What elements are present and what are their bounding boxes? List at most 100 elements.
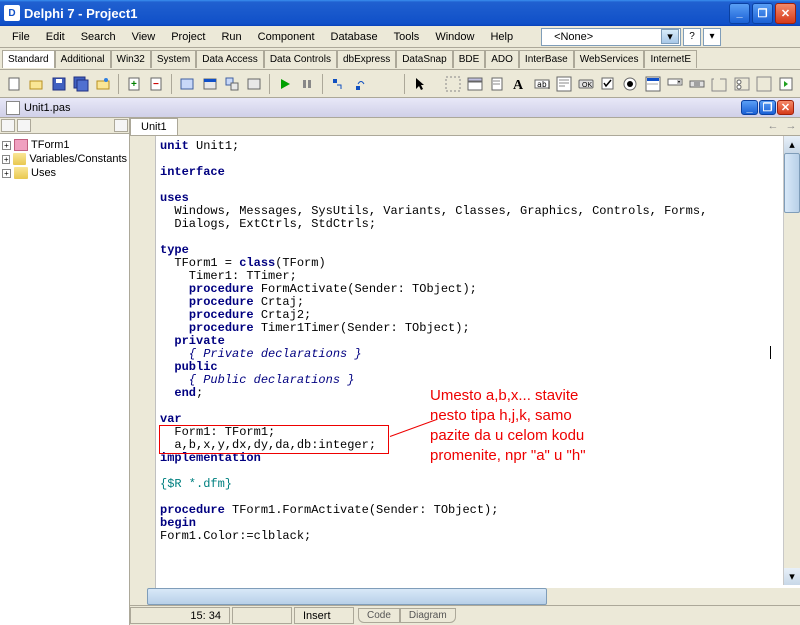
new-button[interactable] bbox=[4, 72, 24, 95]
doc-restore-button[interactable]: ❐ bbox=[759, 100, 776, 115]
view-form-button[interactable] bbox=[200, 72, 220, 95]
annotation-text: Umesto a,b,x... stavite nesto tipa h,j,k… bbox=[430, 386, 640, 466]
maximize-button[interactable]: ❐ bbox=[752, 3, 773, 24]
tree-item-variables[interactable]: +Variables/Constants bbox=[2, 152, 127, 166]
nav-fwd-button[interactable]: → bbox=[782, 118, 800, 134]
popupmenu-component-icon[interactable] bbox=[487, 72, 507, 95]
menu-tools[interactable]: Tools bbox=[386, 28, 428, 46]
nav-back-button[interactable]: ← bbox=[764, 118, 782, 134]
expand-icon[interactable]: + bbox=[2, 141, 11, 150]
code-editor: Unit1 ← → unit Unit1; interface uses Win… bbox=[130, 118, 800, 625]
palette-tab-internet[interactable]: InternetE bbox=[644, 50, 697, 68]
separator bbox=[118, 74, 119, 94]
palette-tab-interbase[interactable]: InterBase bbox=[519, 50, 574, 68]
expand-icon[interactable]: + bbox=[2, 155, 10, 164]
listbox-component-icon[interactable] bbox=[643, 72, 663, 95]
code-text: { Public declarations } bbox=[160, 373, 354, 387]
panel-component-icon[interactable] bbox=[754, 72, 774, 95]
new-form-button[interactable] bbox=[244, 72, 264, 95]
hscroll-thumb[interactable] bbox=[147, 588, 547, 605]
palette-tab-additional[interactable]: Additional bbox=[55, 50, 111, 68]
menu-project[interactable]: Project bbox=[163, 28, 213, 46]
radiogroup-component-icon[interactable] bbox=[731, 72, 751, 95]
menu-file[interactable]: File bbox=[4, 28, 38, 46]
cursor-icon[interactable] bbox=[410, 72, 430, 95]
code-text bbox=[160, 295, 189, 309]
menu-component[interactable]: Component bbox=[250, 28, 323, 46]
scroll-up-button[interactable]: ▴ bbox=[784, 136, 800, 153]
vertical-scrollbar[interactable]: ▴ ▾ bbox=[783, 136, 800, 585]
code-text: var bbox=[160, 412, 182, 426]
palette-tab-ado[interactable]: ADO bbox=[485, 50, 519, 68]
add-file-button[interactable]: + bbox=[124, 72, 144, 95]
palette-tab-system[interactable]: System bbox=[151, 50, 196, 68]
menu-help[interactable]: Help bbox=[482, 28, 521, 46]
explorer-btn-1[interactable] bbox=[1, 119, 15, 132]
radiobutton-component-icon[interactable] bbox=[620, 72, 640, 95]
app-icon: D bbox=[4, 5, 20, 21]
doc-close-button[interactable]: ✕ bbox=[777, 100, 794, 115]
palette-tab-dataaccess[interactable]: Data Access bbox=[196, 50, 264, 68]
label-component-icon[interactable]: A bbox=[509, 72, 529, 95]
palette-tab-datasnap[interactable]: DataSnap bbox=[396, 50, 452, 68]
menu-view[interactable]: View bbox=[124, 28, 164, 46]
code-area[interactable]: unit Unit1; interface uses Windows, Mess… bbox=[130, 136, 800, 588]
tab-diagram[interactable]: Diagram bbox=[400, 608, 456, 623]
saveall-button[interactable] bbox=[71, 72, 91, 95]
pause-button[interactable] bbox=[297, 72, 317, 95]
menu-edit[interactable]: Edit bbox=[38, 28, 73, 46]
memo-component-icon[interactable] bbox=[554, 72, 574, 95]
explorer-close[interactable] bbox=[114, 119, 128, 132]
remove-file-button[interactable]: − bbox=[146, 72, 166, 95]
code-text: TForm1.FormActivate(Sender: TObject); bbox=[225, 503, 499, 517]
palette-tab-webservices[interactable]: WebServices bbox=[574, 50, 645, 68]
class-icon bbox=[14, 139, 28, 151]
tree-item-tform1[interactable]: +TForm1 bbox=[2, 138, 127, 152]
scrollbar-component-icon[interactable] bbox=[687, 72, 707, 95]
config-combo[interactable]: <None> ▾ bbox=[541, 28, 681, 46]
mainmenu-component-icon[interactable] bbox=[465, 72, 485, 95]
checkbox-component-icon[interactable] bbox=[598, 72, 618, 95]
menu-run[interactable]: Run bbox=[213, 28, 249, 46]
help-dropdown[interactable]: ▾ bbox=[703, 28, 721, 46]
run-button[interactable] bbox=[275, 72, 295, 95]
editor-tab-unit1[interactable]: Unit1 bbox=[130, 118, 178, 135]
explorer-btn-2[interactable] bbox=[17, 119, 31, 132]
palette-tab-datacontrols[interactable]: Data Controls bbox=[264, 50, 337, 68]
minimize-button[interactable]: _ bbox=[729, 3, 750, 24]
doc-minimize-button[interactable]: _ bbox=[741, 100, 758, 115]
tree-item-uses[interactable]: +Uses bbox=[2, 166, 127, 180]
close-button[interactable]: ✕ bbox=[775, 3, 796, 24]
palette-tab-win32[interactable]: Win32 bbox=[111, 50, 151, 68]
horizontal-scrollbar[interactable] bbox=[130, 588, 800, 605]
step-over-button[interactable] bbox=[351, 72, 371, 95]
svg-text:A: A bbox=[513, 78, 524, 93]
edit-component-icon[interactable]: ab| bbox=[531, 72, 551, 95]
frame-component-icon[interactable] bbox=[443, 72, 463, 95]
scroll-thumb[interactable] bbox=[784, 153, 800, 213]
open-project-button[interactable] bbox=[93, 72, 113, 95]
combobox-component-icon[interactable] bbox=[665, 72, 685, 95]
save-button[interactable] bbox=[48, 72, 68, 95]
palette-tab-bde[interactable]: BDE bbox=[453, 50, 486, 68]
help-button[interactable]: ? bbox=[683, 28, 701, 46]
separator bbox=[171, 74, 172, 94]
view-unit-button[interactable] bbox=[177, 72, 197, 95]
palette-tab-dbexpress[interactable]: dbExpress bbox=[337, 50, 396, 68]
expand-icon[interactable]: + bbox=[2, 169, 11, 178]
open-button[interactable] bbox=[26, 72, 46, 95]
groupbox-component-icon[interactable] bbox=[709, 72, 729, 95]
menu-search[interactable]: Search bbox=[73, 28, 124, 46]
menu-window[interactable]: Window bbox=[427, 28, 482, 46]
menu-database[interactable]: Database bbox=[323, 28, 386, 46]
palette-tab-standard[interactable]: Standard bbox=[2, 50, 55, 68]
trace-into-button[interactable] bbox=[328, 72, 348, 95]
tab-code[interactable]: Code bbox=[358, 608, 400, 623]
actionlist-component-icon[interactable] bbox=[776, 72, 796, 95]
scroll-down-button[interactable]: ▾ bbox=[784, 568, 800, 585]
menu-bar: File Edit Search View Project Run Compon… bbox=[0, 26, 800, 48]
code-text: Crtaj2; bbox=[254, 308, 312, 322]
folder-icon bbox=[14, 167, 28, 179]
toggle-button[interactable] bbox=[222, 72, 242, 95]
button-component-icon[interactable]: OK bbox=[576, 72, 596, 95]
